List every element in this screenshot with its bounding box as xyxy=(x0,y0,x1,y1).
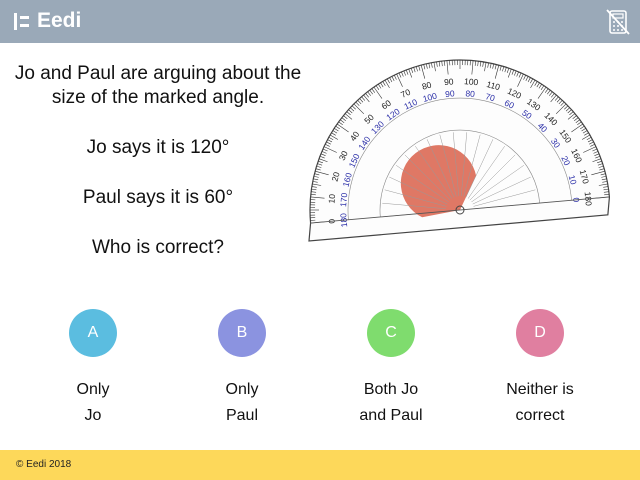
footer-bar: © Eedi 2018 xyxy=(0,450,640,480)
option-d[interactable]: D Neither is correct xyxy=(480,309,600,429)
option-a-label[interactable]: Only Jo xyxy=(33,377,153,429)
option-a-line2: Jo xyxy=(84,407,102,424)
copyright-text: © Eedi 2018 xyxy=(16,459,72,470)
option-b-label[interactable]: Only Paul xyxy=(182,377,302,429)
question-prompt: Who is correct? xyxy=(92,237,224,258)
option-c[interactable]: C Both Jo and Paul xyxy=(331,309,451,429)
option-d-badge[interactable]: D xyxy=(516,309,564,357)
protractor-outer-label: 100 xyxy=(464,76,479,87)
brand-name: Eedi xyxy=(37,9,82,32)
option-c-line2: and Paul xyxy=(359,407,423,424)
protractor-diagram: 0102030405060708090100110120130140150160… xyxy=(308,59,611,242)
option-b[interactable]: B Only Paul xyxy=(182,309,302,429)
option-c-line1: Both Jo xyxy=(363,381,419,398)
jo-claim: Jo says it is 120° xyxy=(86,137,230,158)
option-d-line2: correct xyxy=(515,407,565,424)
option-d-line1: Neither is xyxy=(506,381,574,398)
option-d-label[interactable]: Neither is correct xyxy=(480,377,600,429)
option-a-badge[interactable]: A xyxy=(69,309,117,357)
protractor-outer-label: 90 xyxy=(444,76,455,87)
option-a-line1: Only xyxy=(76,381,110,398)
protractor-inner-label: 80 xyxy=(465,88,476,99)
calculator-crossed-icon xyxy=(606,9,630,35)
protractor-inner-label: 170 xyxy=(338,192,349,207)
option-b-badge[interactable]: B xyxy=(218,309,266,357)
option-c-badge[interactable]: C xyxy=(367,309,415,357)
question-intro: Jo and Paul are arguing about the size o… xyxy=(14,63,302,108)
eedi-logo-icon xyxy=(14,12,29,30)
protractor-outer-label: 10 xyxy=(326,193,337,204)
protractor-inner-label: 90 xyxy=(445,88,456,99)
option-c-label[interactable]: Both Jo and Paul xyxy=(331,377,451,429)
option-b-line2: Paul xyxy=(225,407,259,424)
option-b-line1: Only xyxy=(225,381,259,398)
question-text: Jo and Paul are arguing about the size o… xyxy=(8,62,308,260)
eedi-logo: Eedi xyxy=(14,9,81,33)
paul-claim: Paul says it is 60° xyxy=(82,187,234,208)
header-bar: Eedi xyxy=(0,0,640,43)
option-a[interactable]: A Only Jo xyxy=(33,309,153,429)
